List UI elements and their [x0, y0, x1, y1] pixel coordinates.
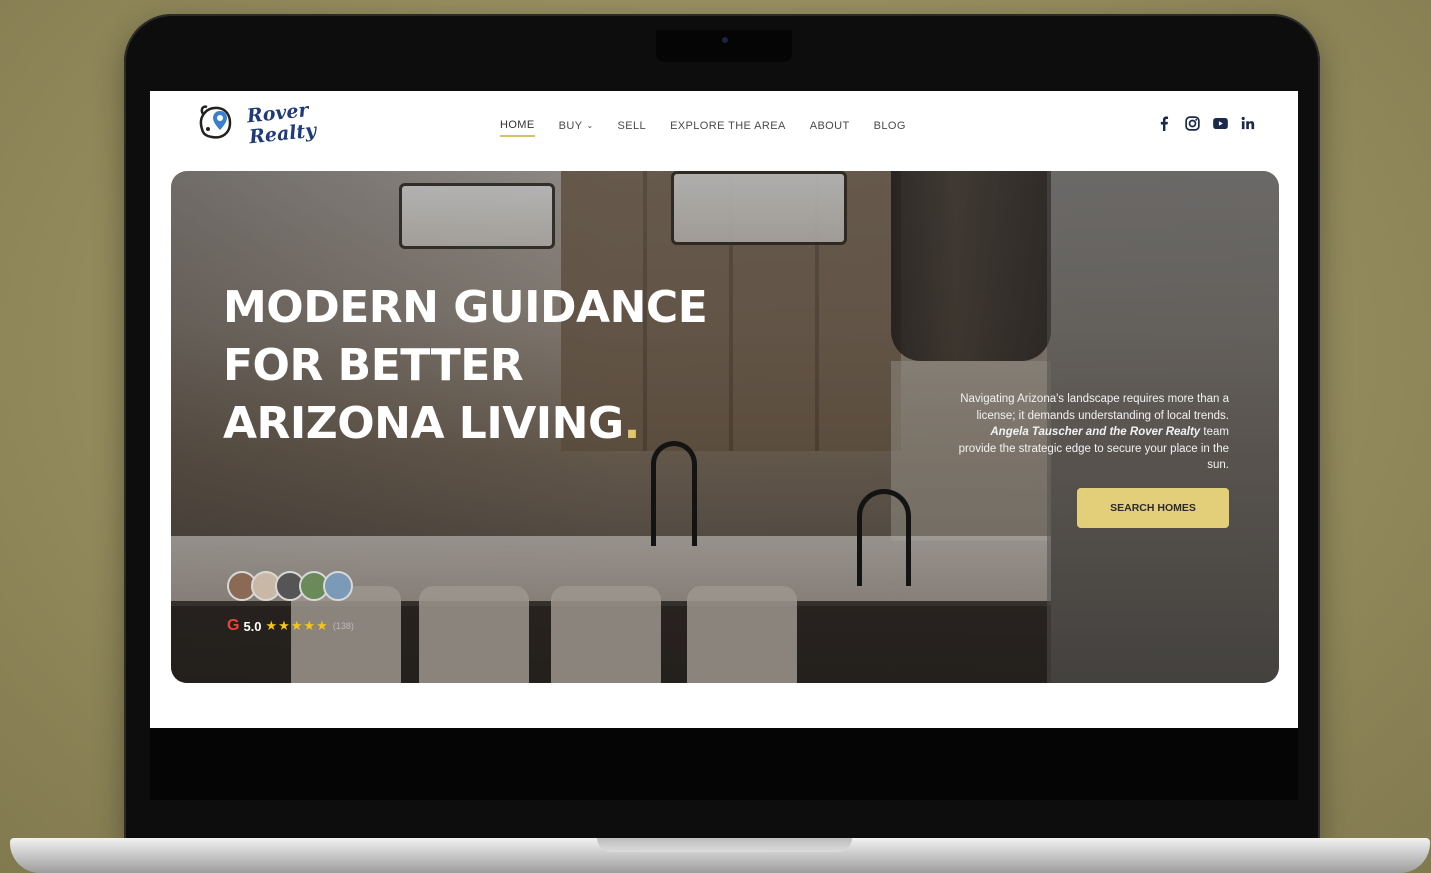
hero-description-part-1: Navigating Arizona's landscape requires …: [960, 393, 1229, 422]
hero-description-bold: Angela Tauscher and the Rover Realty: [990, 426, 1201, 438]
youtube-icon[interactable]: [1212, 115, 1228, 131]
nav-about[interactable]: ABOUT: [810, 120, 850, 136]
logo[interactable]: Rover Realty: [196, 99, 317, 151]
screen-bottom-bezel: [150, 728, 1298, 800]
nav-home[interactable]: HOME: [500, 119, 535, 137]
hero-banner: MODERN GUIDANCE FOR BETTER ARIZONA LIVIN…: [171, 171, 1279, 683]
camera-icon: [722, 37, 728, 43]
camera-notch: [656, 30, 792, 62]
headline-line-1: MODERN GUIDANCE: [223, 282, 708, 333]
logo-text: Rover Realty: [245, 99, 318, 149]
google-icon: G: [227, 617, 240, 634]
headline-line-2: FOR BETTER: [223, 340, 524, 391]
hero-headline: MODERN GUIDANCE FOR BETTER ARIZONA LIVIN…: [223, 279, 708, 453]
dog-pin-icon: [199, 105, 232, 139]
hero-description: Navigating Arizona's landscape requires …: [957, 391, 1229, 474]
nav-buy-label: BUY: [558, 120, 583, 132]
facebook-icon[interactable]: [1156, 115, 1172, 131]
nav-buy[interactable]: BUY ⌄: [559, 120, 594, 136]
linkedin-icon[interactable]: [1240, 115, 1256, 131]
reviewer-avatars: [227, 571, 353, 601]
website-screen: Rover Realty HOME BUY ⌄ SELL EXPLORE THE …: [150, 91, 1298, 728]
rating-count: (138): [332, 621, 354, 631]
avatar: [323, 571, 353, 601]
instagram-icon[interactable]: [1184, 115, 1200, 131]
laptop-base-notch: [597, 838, 852, 852]
headline-line-3: ARIZONA LIVING: [223, 398, 624, 449]
nav-explore[interactable]: EXPLORE THE AREA: [670, 120, 786, 136]
star-rating-icon: ★★★★★: [265, 618, 329, 633]
headline-dot: .: [623, 398, 641, 449]
search-homes-button[interactable]: SEARCH HOMES: [1077, 488, 1229, 528]
rating-value: 5.0: [243, 618, 262, 634]
nav-blog[interactable]: BLOG: [874, 120, 906, 136]
main-nav: HOME BUY ⌄ SELL EXPLORE THE AREA ABOUT BL…: [500, 119, 906, 137]
social-links: [1156, 115, 1256, 131]
chevron-down-icon: ⌄: [586, 121, 594, 130]
google-rating[interactable]: G 5.0 ★★★★★ (138): [227, 617, 354, 635]
nav-sell[interactable]: SELL: [618, 120, 647, 136]
